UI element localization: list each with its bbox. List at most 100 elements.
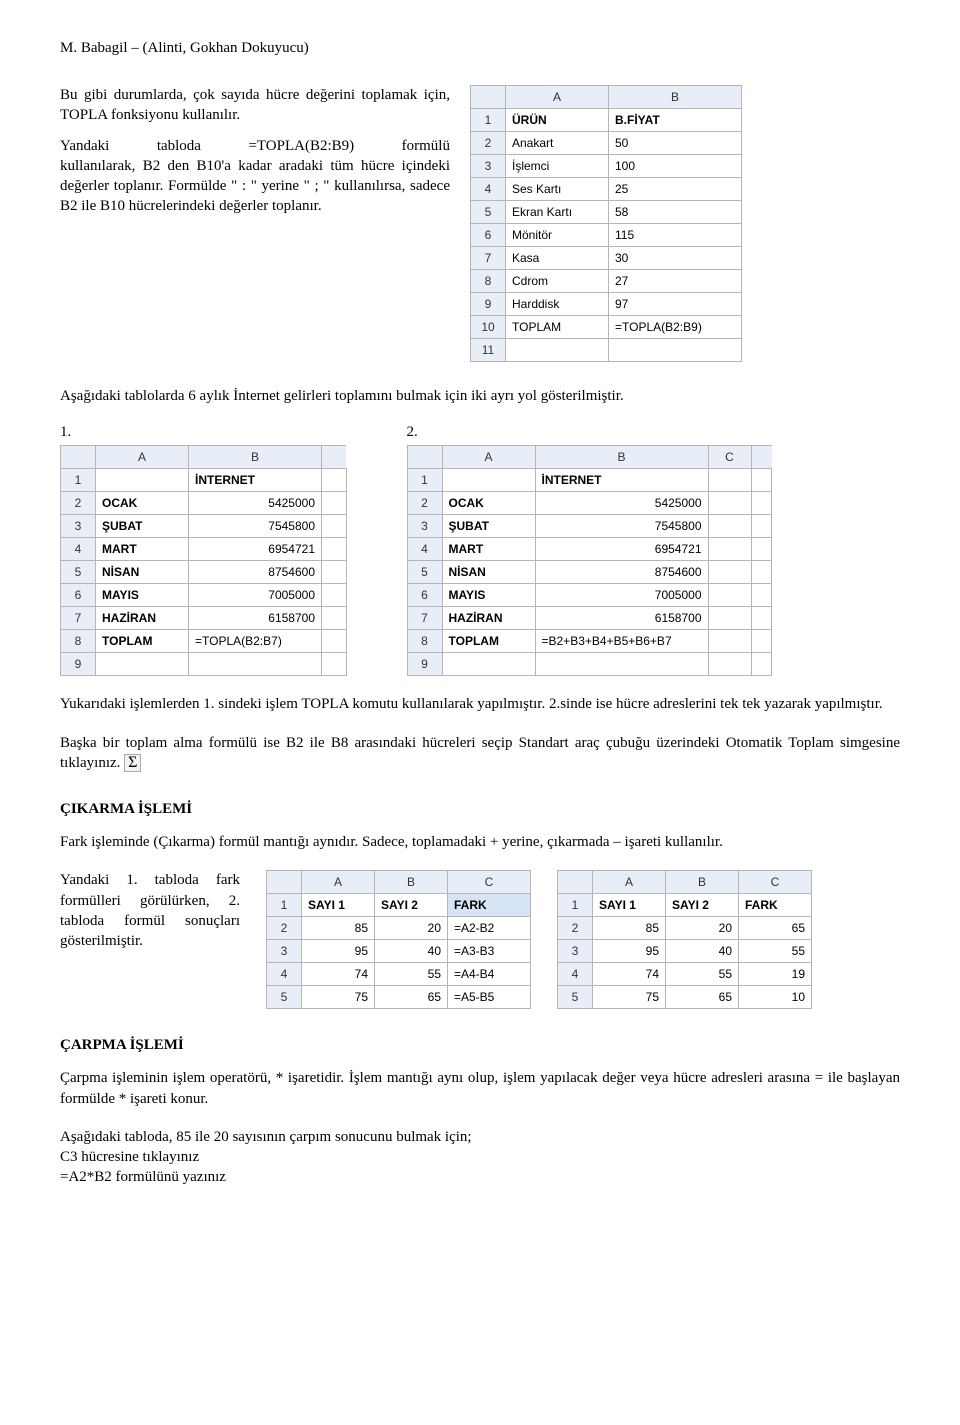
intro-word-formulu: formülü [402, 136, 450, 156]
table-row: 1ÜRÜNB.FİYAT [471, 109, 742, 132]
table-row: 1İNTERNET [407, 469, 772, 492]
col-corner [267, 871, 302, 894]
cell: 65 [375, 986, 448, 1009]
cell: =A4-B4 [448, 963, 531, 986]
cell [189, 653, 322, 676]
cell: Ekran Kartı [506, 201, 609, 224]
col-a: A [442, 446, 535, 469]
cell: 20 [666, 917, 739, 940]
row-number: 4 [558, 963, 593, 986]
row-number: 8 [471, 270, 506, 293]
table-row: 6MAYIS7005000 [407, 584, 772, 607]
row-number: 9 [61, 653, 96, 676]
cell [751, 515, 772, 538]
section-carpma-title: ÇARPMA İŞLEMİ [60, 1037, 900, 1054]
cell: 20 [375, 917, 448, 940]
row-number: 4 [267, 963, 302, 986]
cell: =TOPLA(B2:B9) [609, 316, 742, 339]
table-row: 9Harddisk97 [471, 293, 742, 316]
cell: Harddisk [506, 293, 609, 316]
row-number: 3 [558, 940, 593, 963]
col-c: C [739, 871, 812, 894]
table-row: 2Anakart50 [471, 132, 742, 155]
table-row: 47455=A4-B4 [267, 963, 531, 986]
table-row: 8TOPLAM=B2+B3+B4+B5+B6+B7 [407, 630, 772, 653]
cell: Mönitör [506, 224, 609, 247]
table-row: 3ŞUBAT7545800 [61, 515, 347, 538]
table-row: 5756510 [558, 986, 812, 1009]
cell: 25 [609, 178, 742, 201]
cell [708, 607, 751, 630]
cell: NİSAN [442, 561, 535, 584]
cell: SAYI 2 [375, 894, 448, 917]
cell: 65 [666, 986, 739, 1009]
cell [751, 630, 772, 653]
intro-p1b-rest: kullanılarak, B2 den B10'a kadar aradaki… [60, 158, 450, 215]
cell [751, 584, 772, 607]
carpma-p2-l1: Aşağıdaki tabloda, 85 ile 20 sayısının ç… [60, 1129, 472, 1145]
cell [609, 339, 742, 362]
spreadsheet-internet-1: A B 1İNTERNET2OCAK54250003ŞUBAT75458004M… [60, 445, 347, 676]
cell: 7545800 [535, 515, 708, 538]
row-number: 7 [471, 247, 506, 270]
carpma-p2-l3: =A2*B2 formülünü yazınız [60, 1169, 226, 1185]
cell [322, 630, 347, 653]
col-a: A [302, 871, 375, 894]
cell: Kasa [506, 247, 609, 270]
cell: 95 [302, 940, 375, 963]
section-cikarma-title: ÇIKARMA İŞLEMİ [60, 801, 900, 818]
para-sigma-text: Başka bir toplam alma formülü ise B2 ile… [60, 735, 900, 771]
table-row: 1SAYI 1SAYI 2FARK [558, 894, 812, 917]
table-row: 7Kasa30 [471, 247, 742, 270]
cell: 5425000 [535, 492, 708, 515]
intro-word-tabloda: tabloda [157, 136, 201, 156]
para-sigma: Başka bir toplam alma formülü ise B2 ile… [60, 733, 900, 774]
cell: B.FİYAT [609, 109, 742, 132]
col-corner [558, 871, 593, 894]
cell: 58 [609, 201, 742, 224]
cell: 55 [375, 963, 448, 986]
cell: 65 [739, 917, 812, 940]
cell: MAYIS [96, 584, 189, 607]
cell: 30 [609, 247, 742, 270]
cell: İşlemci [506, 155, 609, 178]
label-two: 2. [407, 424, 773, 441]
table-row: 5NİSAN8754600 [407, 561, 772, 584]
cell: ÜRÜN [506, 109, 609, 132]
col-b: B [609, 86, 742, 109]
table-row: 39540=A3-B3 [267, 940, 531, 963]
cell: 74 [593, 963, 666, 986]
cikarma-para: Fark işleminde (Çıkarma) formül mantığı … [60, 832, 900, 852]
cell: FARK [739, 894, 812, 917]
row-number: 11 [471, 339, 506, 362]
intro-word-yandaki: Yandaki [60, 136, 109, 156]
cell: 55 [666, 963, 739, 986]
row-number: 1 [407, 469, 442, 492]
cell [322, 469, 347, 492]
cell [96, 653, 189, 676]
w8: tabloda formül sonuçları gösterilmiştir. [60, 913, 240, 949]
cell [535, 653, 708, 676]
fark-row: Yandaki 1. tabloda fark formülleri görül… [60, 870, 900, 1009]
table-row: 1İNTERNET [61, 469, 347, 492]
table-row: 6MAYIS7005000 [61, 584, 347, 607]
cell: TOPLAM [506, 316, 609, 339]
row-number: 3 [267, 940, 302, 963]
col-a: A [96, 446, 189, 469]
w4: fark [216, 870, 240, 890]
row-number: 6 [471, 224, 506, 247]
cell [322, 653, 347, 676]
cell: 6158700 [189, 607, 322, 630]
row-number: 7 [61, 607, 96, 630]
cell: NİSAN [96, 561, 189, 584]
cell: 97 [609, 293, 742, 316]
fark-side-text: Yandaki 1. tabloda fark formülleri görül… [60, 870, 240, 951]
cell: 7005000 [189, 584, 322, 607]
cell [708, 515, 751, 538]
cell [751, 538, 772, 561]
document-header: M. Babagil – (Alinti, Gokhan Dokuyucu) [60, 40, 900, 57]
col-b: B [189, 446, 322, 469]
row-number: 2 [407, 492, 442, 515]
cell [708, 492, 751, 515]
cell: MART [442, 538, 535, 561]
